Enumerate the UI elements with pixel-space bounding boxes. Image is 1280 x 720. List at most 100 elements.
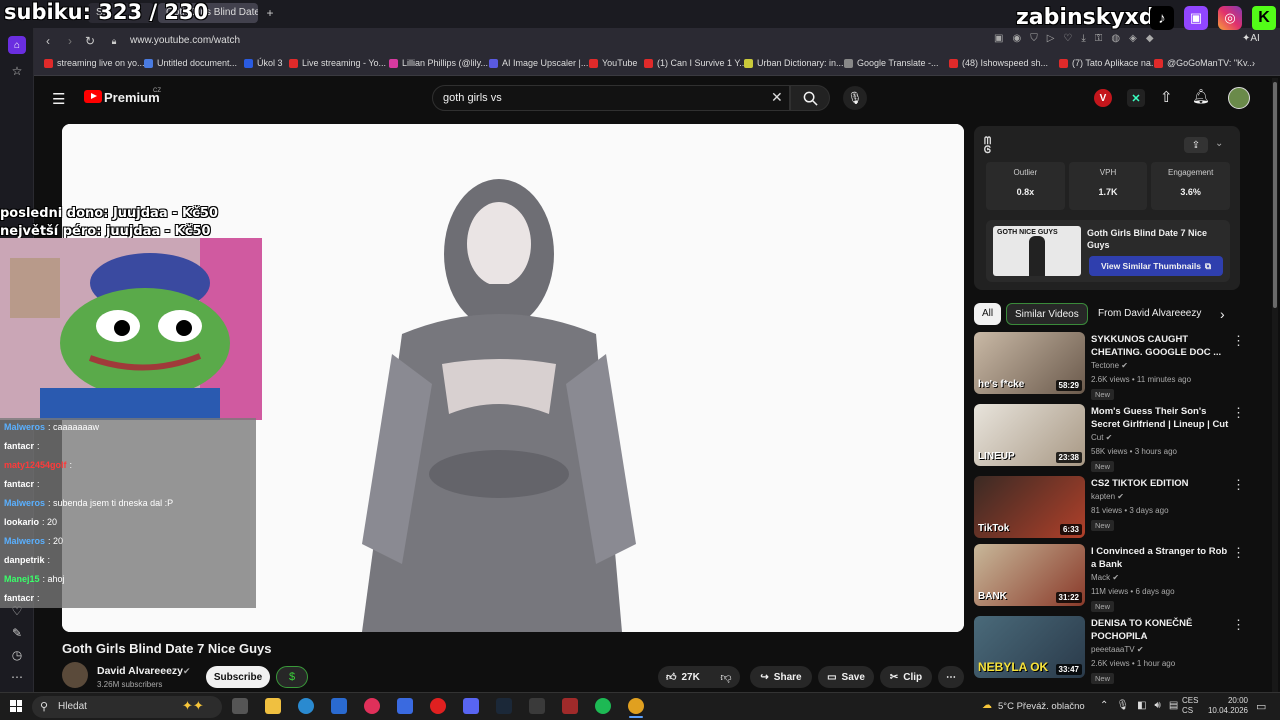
file-explorer-icon[interactable] (265, 698, 281, 714)
vidiq-icon[interactable]: V (1094, 89, 1112, 107)
recommendation-channel[interactable]: Cut ✔ (1091, 433, 1112, 442)
network-icon[interactable]: ▤ (1169, 700, 1178, 711)
app-icon[interactable] (529, 698, 545, 714)
bookmark-item[interactable]: streaming live on yo... (44, 58, 145, 68)
url-field[interactable]: www.youtube.com/watch (130, 35, 240, 46)
bookmark-item[interactable]: (1) Can I Survive 1 Y... (644, 58, 747, 68)
recommendation-channel[interactable]: kapten ✔ (1091, 492, 1124, 501)
home-icon[interactable]: ⌂ (8, 36, 26, 54)
subscribe-button[interactable]: Subscribe (206, 666, 270, 688)
bookmark-item[interactable]: Úkol 3 (244, 58, 283, 68)
recommendation-thumbnail[interactable]: TikTok 6:33 (974, 476, 1085, 538)
export-icon[interactable]: ⇪ (1184, 137, 1208, 153)
bookmark-item[interactable]: @GoGoManTV: "Kv... (1154, 58, 1254, 68)
edge-icon[interactable] (298, 698, 314, 714)
avatar[interactable] (1228, 87, 1250, 109)
star-icon[interactable]: ☆ (8, 62, 26, 80)
language-indicator[interactable]: CES CS (1182, 696, 1198, 716)
chip-from-channel[interactable]: From David Alvareeezy (1090, 303, 1209, 325)
camera-icon[interactable]: ◉ (1012, 33, 1021, 49)
search-input[interactable]: goth girls vs ✕ (432, 85, 790, 111)
chrome-icon[interactable] (628, 698, 644, 714)
ai-button[interactable]: ✦AI (1242, 33, 1260, 44)
bookmark-item[interactable]: Untitled document... (144, 58, 237, 68)
bookmark-item[interactable]: Live streaming - Yo... (289, 58, 386, 68)
recommendation-title[interactable]: CS2 TIKTOK EDITION (1091, 477, 1231, 490)
back-icon[interactable]: ‹ (40, 33, 56, 49)
vpn-icon[interactable]: ◈ (1129, 33, 1137, 49)
recommendation-channel[interactable]: Tectone ✔ (1091, 361, 1128, 370)
voice-search-icon[interactable]: 🎙︎ (843, 86, 867, 110)
taskbar-search[interactable]: ⚲ Hledat ✦✦ (32, 696, 222, 718)
join-dollar-icon[interactable]: $ (276, 666, 308, 688)
bookmark-item[interactable]: YouTube (589, 58, 637, 68)
shield-icon[interactable]: ⛉ (1030, 33, 1038, 49)
more-options-icon[interactable]: ⋮ (1232, 477, 1245, 493)
chips-next-chevron-icon[interactable]: › (1220, 306, 1225, 322)
screenshot-icon[interactable]: ▣ (994, 33, 1003, 49)
spotify-icon[interactable] (595, 698, 611, 714)
create-icon[interactable]: ⇧ (1160, 88, 1173, 106)
notification-center-icon[interactable]: ▭ (1256, 700, 1266, 713)
recommendation-thumbnail[interactable]: he's f*cke 58:29 (974, 332, 1085, 394)
extension-icon[interactable]: ✕ (1127, 89, 1145, 107)
recommendation-title[interactable]: Mom's Guess Their Son's Secret Girlfrien… (1091, 405, 1231, 431)
recommendation-thumbnail[interactable]: BANK 31:22 (974, 544, 1085, 606)
collapse-chevron-icon[interactable]: ⌄ (1215, 138, 1223, 149)
more-options-icon[interactable]: ⋮ (1232, 545, 1245, 561)
view-similar-thumbnails-button[interactable]: View Similar Thumbnails ⧉ (1089, 256, 1223, 276)
recommendation-thumbnail[interactable]: NEBYLA OK 33:47 (974, 616, 1085, 678)
recommendation-channel[interactable]: peeetaaaTV ✔ (1091, 645, 1144, 654)
bookmark-item[interactable]: Lillian Phillips (@lily... (389, 58, 488, 68)
wallet-icon[interactable]: ◆ (1146, 33, 1154, 49)
task-view-icon[interactable] (232, 698, 248, 714)
bookmark-item[interactable]: Urban Dictionary: in... (744, 58, 844, 68)
clear-search-icon[interactable]: ✕ (771, 89, 783, 106)
save-button[interactable]: ▭ Save (818, 666, 874, 688)
more-options-icon[interactable]: ⋮ (1232, 405, 1245, 421)
page-scrollbar[interactable] (1272, 78, 1278, 692)
game-icon[interactable] (562, 698, 578, 714)
chip-all[interactable]: All (974, 303, 1002, 325)
clip-button[interactable]: ✂ Clip (880, 666, 932, 688)
chip-similar-videos[interactable]: Similar Videos (1006, 303, 1088, 325)
favorite-icon[interactable]: ♡ (1063, 33, 1072, 49)
menu-icon[interactable]: ☰ (52, 90, 65, 108)
bookmark-item[interactable]: (7) Tato Aplikace na... (1059, 58, 1158, 68)
weather-text[interactable]: 5°C Převáž. oblačno (998, 701, 1085, 712)
notifications-icon[interactable]: 🔔︎ (1192, 88, 1210, 105)
discord-icon[interactable] (463, 698, 479, 714)
recommendation-title[interactable]: I Convinced a Stranger to Rob a Bank (1091, 545, 1231, 571)
new-tab-button[interactable]: + (262, 5, 278, 21)
opera-icon[interactable] (430, 698, 446, 714)
recommendation-title[interactable]: DENISA TO KONEČNĚ POCHOPILA (1091, 617, 1231, 643)
reload-icon[interactable]: ↻ (82, 33, 98, 49)
more-actions-button[interactable]: ⋯ (938, 666, 964, 688)
channel-name[interactable]: David Alvareeezy (97, 665, 183, 677)
channel-avatar[interactable] (62, 662, 88, 688)
extensions-icon[interactable]: ⚿ (1095, 33, 1103, 49)
more-options-icon[interactable]: ⋮ (1232, 617, 1245, 633)
windows-start-icon[interactable] (10, 700, 22, 712)
download-icon[interactable]: ⤓ (1081, 33, 1085, 49)
edit-icon[interactable]: ✎ (8, 624, 26, 642)
store-icon[interactable] (331, 698, 347, 714)
recommendation-channel[interactable]: Mack ✔ (1091, 573, 1119, 582)
bookmarks-overflow-icon[interactable]: › (1252, 58, 1255, 68)
volume-icon[interactable]: 🔊︎ (1155, 700, 1161, 711)
clock-icon[interactable]: ◷ (8, 646, 26, 664)
opera-gx-icon[interactable] (364, 698, 380, 714)
thumbs-down-icon[interactable]: 👎︎ (711, 666, 741, 688)
more-options-icon[interactable]: ⋮ (1232, 333, 1245, 349)
forward-icon[interactable]: › (62, 33, 78, 49)
bookmark-item[interactable]: (48) Ishowspeed sh... (949, 58, 1048, 68)
scrollbar-thumb[interactable] (1273, 82, 1277, 308)
steam-icon[interactable] (496, 698, 512, 714)
youtube-logo-icon[interactable] (84, 90, 102, 103)
profile-icon[interactable]: ◍ (1111, 33, 1120, 49)
play-icon[interactable]: ▷ (1047, 33, 1055, 49)
tray-chevron-icon[interactable]: ⌃ (1100, 700, 1108, 711)
mic-icon[interactable]: 🎙︎ (1116, 700, 1129, 711)
vpn-app-icon[interactable] (397, 698, 413, 714)
clock[interactable]: 20:00 10.04.2026 (1206, 696, 1248, 716)
